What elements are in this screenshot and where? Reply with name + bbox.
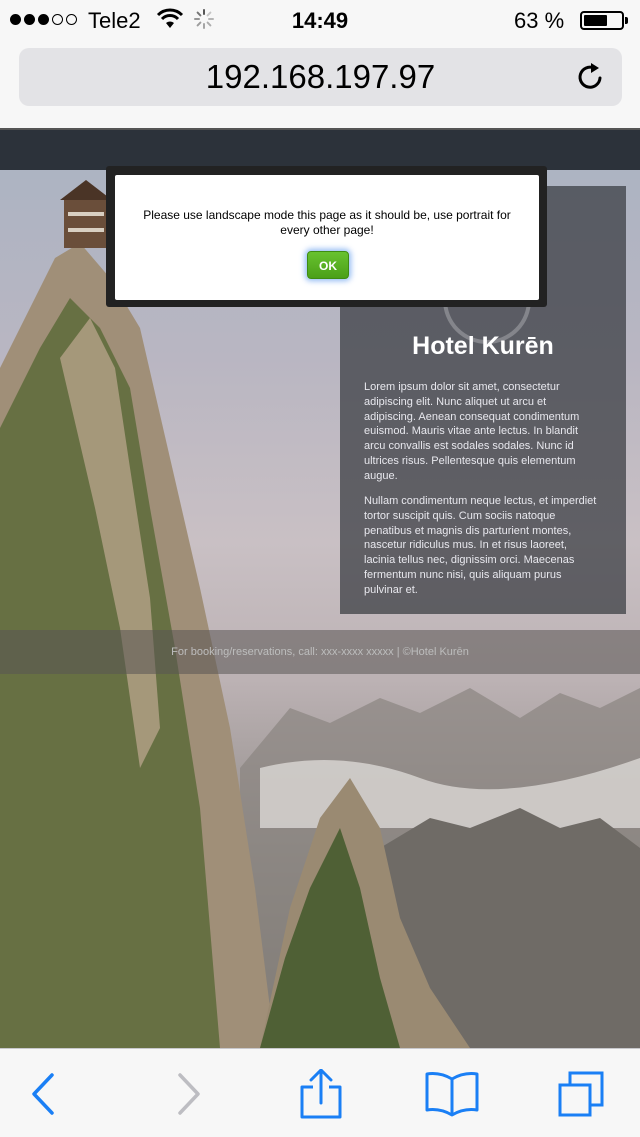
url-text[interactable]: 192.168.197.97 [19,58,622,96]
tabs-icon[interactable] [556,1069,606,1119]
alert-message: Please use landscape mode this page as i… [143,208,511,237]
site-header-bar [0,128,640,170]
battery-icon [580,11,628,30]
description-paragraph-1: Lorem ipsum dolor sit amet, consectetur … [364,381,580,482]
forward-icon[interactable] [162,1069,212,1119]
description-paragraph-2: Nullam condimentum neque lectus, et impe… [364,495,597,596]
address-bar[interactable]: 192.168.197.97 [19,48,622,106]
status-bar: Tele2 14:49 63 % [0,0,640,40]
bookmarks-icon[interactable] [424,1069,480,1119]
reload-icon[interactable] [574,60,608,94]
booking-footer: For booking/reservations, call: xxx-xxxx… [0,630,640,674]
browser-toolbar [0,1048,640,1137]
ok-button[interactable]: OK [307,251,349,279]
hotel-title: Hotel Kurēn [412,332,554,360]
alert-dialog: Please use landscape mode this page as i… [115,175,539,300]
battery-percent: 63 % [514,8,565,33]
share-icon[interactable] [296,1069,346,1119]
back-icon[interactable] [20,1069,70,1119]
